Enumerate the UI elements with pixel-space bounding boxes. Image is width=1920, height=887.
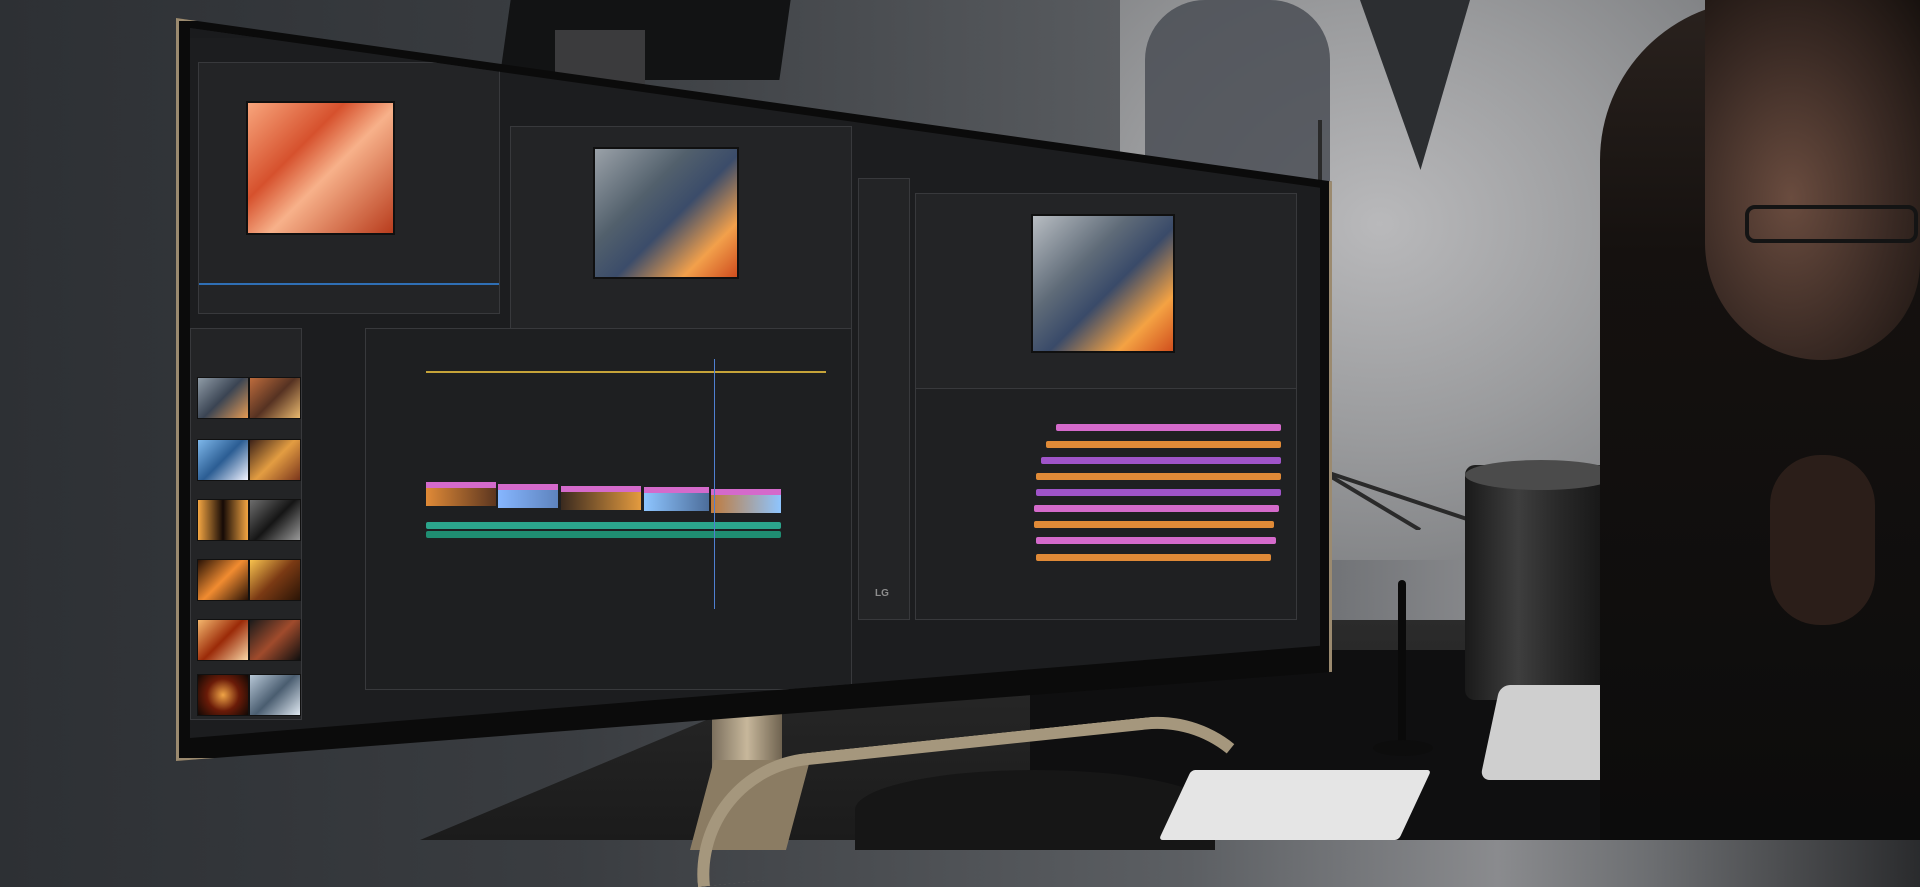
- layer-timeline-panel: [915, 388, 1297, 620]
- bin-thumbnail[interactable]: [249, 377, 301, 419]
- desktop-computer-top: [1465, 460, 1617, 490]
- timeline-work-area-bar: [426, 371, 826, 373]
- audio-track[interactable]: [426, 531, 781, 538]
- audio-track[interactable]: [426, 522, 781, 529]
- bin-thumbnail[interactable]: [197, 619, 249, 661]
- layer-bar[interactable]: [1056, 424, 1281, 431]
- source-video-frame: [246, 101, 395, 235]
- bin-thumbnail[interactable]: [197, 559, 249, 601]
- layer-bar[interactable]: [1034, 505, 1279, 512]
- bin-thumbnail[interactable]: [197, 674, 249, 716]
- eyeglasses: [1745, 205, 1918, 243]
- studio-softbox: [499, 0, 791, 80]
- layer-bar[interactable]: [1041, 457, 1281, 464]
- bin-thumbnail[interactable]: [197, 377, 249, 419]
- timeline-clip[interactable]: [561, 486, 641, 510]
- layer-bar[interactable]: [1034, 521, 1274, 528]
- person-hand: [1770, 455, 1875, 625]
- timeline-playhead[interactable]: [714, 359, 715, 609]
- stylus-pen: [1398, 580, 1406, 745]
- bin-thumbnail[interactable]: [249, 499, 301, 541]
- layer-bar[interactable]: [1036, 537, 1276, 544]
- layer-bar[interactable]: [1046, 441, 1281, 448]
- bin-thumbnail[interactable]: [197, 499, 249, 541]
- bin-thumbnail[interactable]: [249, 674, 301, 716]
- timeline-clip[interactable]: [644, 487, 709, 511]
- project-bin-panel: [190, 328, 302, 720]
- desktop-computer: [1465, 465, 1617, 700]
- layer-bar[interactable]: [1036, 554, 1271, 561]
- person-face: [1705, 0, 1920, 360]
- source-monitor-panel: [198, 62, 500, 314]
- layer-bar[interactable]: [1036, 473, 1281, 480]
- bin-thumbnail[interactable]: [249, 619, 301, 661]
- composition-video-frame: [1031, 214, 1175, 353]
- bin-thumbnail[interactable]: [197, 439, 249, 481]
- layer-bar[interactable]: [1036, 489, 1281, 496]
- monitor-brand-logo: LG: [875, 588, 889, 599]
- source-timebar: [199, 283, 499, 285]
- program-video-frame: [593, 147, 739, 279]
- timeline-clip[interactable]: [426, 482, 496, 506]
- stylus-pen-holder: [1373, 740, 1433, 756]
- effects-panel: [858, 178, 910, 620]
- timeline-clip[interactable]: [498, 484, 558, 508]
- keyboard: [1158, 770, 1432, 840]
- timeline-panel: [365, 328, 852, 690]
- bin-thumbnail[interactable]: [249, 439, 301, 481]
- bin-thumbnail[interactable]: [249, 559, 301, 601]
- composition-viewer-panel: [915, 193, 1297, 395]
- timeline-clip[interactable]: [711, 489, 781, 513]
- program-monitor-panel: [510, 126, 852, 333]
